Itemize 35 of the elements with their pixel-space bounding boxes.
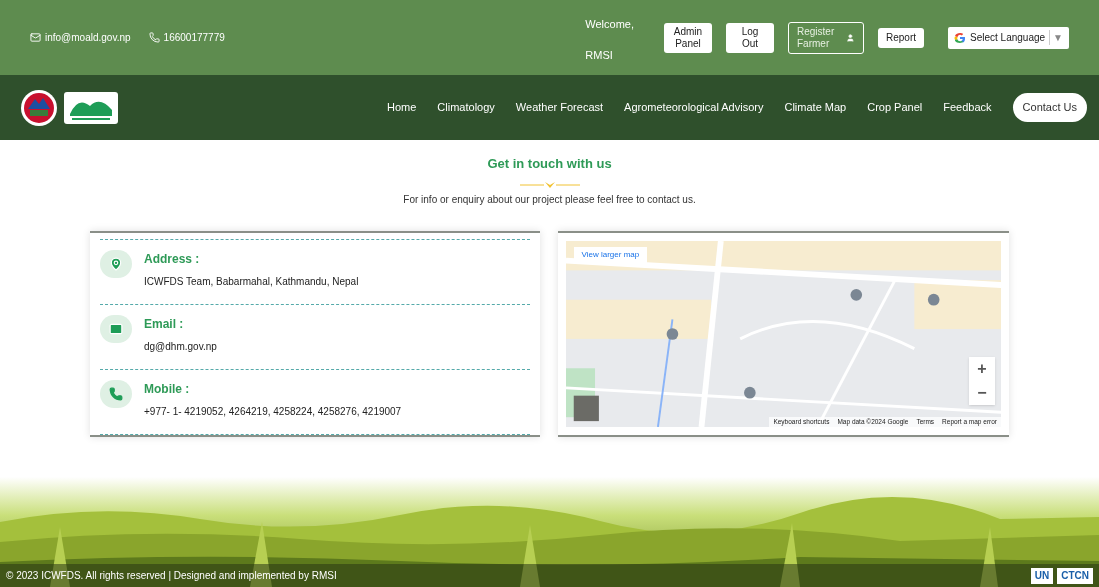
nav-link[interactable]: Crop Panel <box>867 99 923 116</box>
contact-label: Address : <box>144 250 201 268</box>
nav-link[interactable]: Climate Map <box>784 99 847 116</box>
nav-link[interactable]: Weather Forecast <box>515 99 604 116</box>
contact-label: Mobile : <box>144 380 191 398</box>
phone-icon <box>148 32 160 43</box>
divider-ornament-icon <box>519 179 580 190</box>
nav-link[interactable]: Feedback <box>943 99 992 116</box>
user-icon <box>846 32 855 43</box>
location-pin-icon <box>109 256 123 271</box>
phone-link[interactable]: 16600177779 <box>148 30 225 45</box>
welcome-text: Welcome, <box>585 17 634 32</box>
emblem-logo <box>20 88 58 127</box>
header-button[interactable]: Log Out <box>726 22 774 53</box>
phone-icon <box>109 386 123 401</box>
zoom-out-button[interactable]: − <box>969 380 995 405</box>
nav-link[interactable]: Contact Us <box>1012 93 1087 122</box>
language-select[interactable]: Select Language ▼ <box>948 26 1069 49</box>
nav-link[interactable]: Home <box>387 99 417 116</box>
user-name: RMSI <box>585 47 614 63</box>
header-button[interactable]: Report <box>878 27 924 48</box>
earth-logo <box>64 91 118 124</box>
contact-subtitle: For info or enquiry about our project please feel free to contact us. <box>403 192 696 207</box>
contact-value: +977- 1- 4219052, 4264219, 4258224, 4258276, 4219007 <box>144 404 402 419</box>
copyright-text: © 2023 ICWFDS. All rights reserved | Designed and implemented by RMSI <box>6 569 337 583</box>
email-link[interactable]: info@moald.gov.np <box>30 30 131 45</box>
zoom-in-button[interactable]: + <box>969 356 995 381</box>
nav-link[interactable]: Climatology <box>437 99 495 116</box>
contact-heading: Get in touch with us <box>487 155 612 173</box>
contact-value: ICWFDS Team, Babarmahal, Kathmandu, Nepal <box>144 274 359 289</box>
header-button[interactable]: Admin Panel <box>664 22 712 53</box>
nav-link[interactable]: Agrometeorological Advisory <box>624 99 764 116</box>
google-icon <box>954 31 966 44</box>
contact-value: dg@dhm.gov.np <box>144 339 217 354</box>
contact-label: Email : <box>144 315 185 333</box>
